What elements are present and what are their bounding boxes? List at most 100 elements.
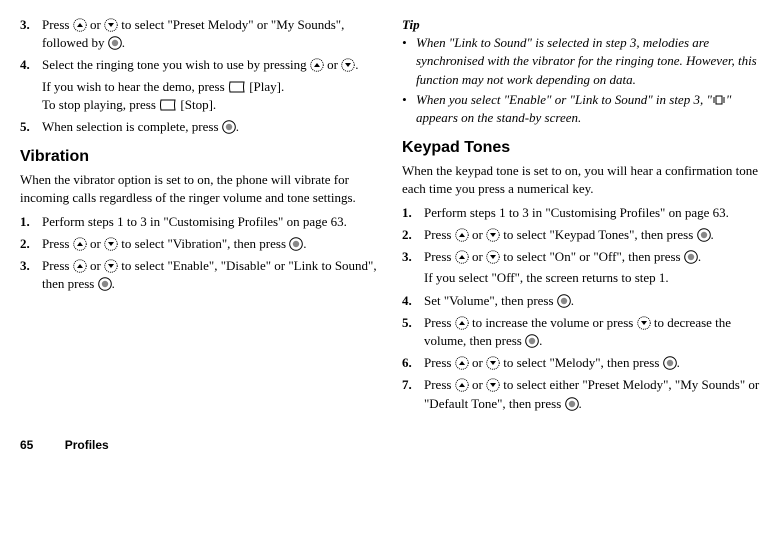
text: Press (424, 249, 455, 264)
text: Press (42, 236, 73, 251)
step-number: 3. (20, 257, 42, 293)
step-number: 6. (402, 354, 424, 372)
vibration-step-2: 2. Press or to select "Vibration", then … (20, 235, 378, 253)
text: or (87, 236, 104, 251)
ok-key-icon (289, 237, 303, 251)
text: . (677, 355, 680, 370)
ok-key-icon (697, 228, 711, 242)
text: Press (424, 355, 455, 370)
step-number: 1. (402, 204, 424, 222)
step-number: 5. (402, 314, 424, 350)
up-key-icon (73, 18, 87, 32)
sub-line: To stop playing, press [Stop]. (42, 96, 378, 114)
content-columns: 3. Press or to select "Preset Melody" or… (20, 16, 760, 417)
step-body: Press or to select "Enable", "Disable" o… (42, 257, 378, 293)
down-key-icon (104, 18, 118, 32)
text: . (236, 119, 239, 134)
step-body: Press or to select "On" or "Off", then p… (424, 248, 760, 287)
step-number: 2. (402, 226, 424, 244)
vibration-step-3: 3. Press or to select "Enable", "Disable… (20, 257, 378, 293)
text: Press (424, 227, 455, 242)
down-key-icon (104, 237, 118, 251)
text: to increase the volume or press (469, 315, 637, 330)
text: or (324, 57, 341, 72)
left-step-3: 3. Press or to select "Preset Melody" or… (20, 16, 378, 52)
text: [Stop]. (177, 97, 216, 112)
step-body: Press to increase the volume or press to… (424, 314, 760, 350)
bullet: • (402, 34, 416, 89)
keypad-step-5: 5. Press to increase the volume or press… (402, 314, 760, 350)
bullet: • (402, 91, 416, 127)
ok-key-icon (525, 334, 539, 348)
step-body: Perform steps 1 to 3 in "Customising Pro… (42, 213, 378, 231)
keypad-step-4: 4. Set "Volume", then press . (402, 292, 760, 310)
step-number: 7. (402, 376, 424, 412)
text: . (698, 249, 701, 264)
down-key-icon (637, 316, 651, 330)
text: or (469, 377, 486, 392)
page-footer: 65 Profiles (20, 437, 760, 454)
step-number: 3. (402, 248, 424, 287)
step-body: Press or to select "Preset Melody" or "M… (42, 16, 378, 52)
tip-item: • When "Link to Sound" is selected in st… (402, 34, 760, 89)
down-key-icon (341, 58, 355, 72)
vibration-indicator-icon (712, 93, 726, 107)
sub-line: If you select "Off", the screen returns … (424, 269, 760, 287)
ok-key-icon (684, 250, 698, 264)
ok-key-icon (222, 120, 236, 134)
step-number: 4. (402, 292, 424, 310)
keypad-step-1: 1. Perform steps 1 to 3 in "Customising … (402, 204, 760, 222)
ok-key-icon (108, 36, 122, 50)
vibration-intro: When the vibrator option is set to on, t… (20, 171, 378, 207)
text: or (469, 249, 486, 264)
step-body: Press or to select "Vibration", then pre… (42, 235, 378, 253)
vibration-heading: Vibration (20, 146, 378, 168)
sub-line: If you wish to hear the demo, press [Pla… (42, 78, 378, 96)
text: . (112, 276, 115, 291)
step-body: Perform steps 1 to 3 in "Customising Pro… (424, 204, 760, 222)
step-body: Press or to select "Melody", then press … (424, 354, 760, 372)
ok-key-icon (98, 277, 112, 291)
text: Set "Volume", then press (424, 293, 557, 308)
text: Press (424, 315, 455, 330)
tip-heading: Tip (402, 16, 760, 34)
page-number: 65 (20, 438, 33, 452)
tip-item: • When you select "Enable" or "Link to S… (402, 91, 760, 127)
vibration-step-1: 1. Perform steps 1 to 3 in "Customising … (20, 213, 378, 231)
step-number: 1. (20, 213, 42, 231)
text: . (303, 236, 306, 251)
text: or (87, 17, 104, 32)
up-key-icon (455, 228, 469, 242)
text: . (571, 293, 574, 308)
step-body: Select the ringing tone you wish to use … (42, 56, 378, 114)
left-column: 3. Press or to select "Preset Melody" or… (20, 16, 378, 417)
text: To stop playing, press (42, 97, 159, 112)
keypad-step-2: 2. Press or to select "Keypad Tones", th… (402, 226, 760, 244)
text: . (711, 227, 714, 242)
text: . (355, 57, 358, 72)
softkey-icon (228, 80, 246, 94)
keypad-heading: Keypad Tones (402, 137, 760, 159)
down-key-icon (104, 259, 118, 273)
left-step-5: 5. When selection is complete, press . (20, 118, 378, 136)
text: . (539, 333, 542, 348)
down-key-icon (486, 250, 500, 264)
keypad-step-3: 3. Press or to select "On" or "Off", the… (402, 248, 760, 287)
text: or (469, 227, 486, 242)
step-number: 3. (20, 16, 42, 52)
text: When selection is complete, press (42, 119, 222, 134)
text: [Play]. (246, 79, 284, 94)
up-key-icon (73, 259, 87, 273)
text: Press (42, 258, 73, 273)
up-key-icon (455, 316, 469, 330)
step-body: Press or to select "Keypad Tones", then … (424, 226, 760, 244)
step-number: 5. (20, 118, 42, 136)
text: . (122, 35, 125, 50)
keypad-step-6: 6. Press or to select "Melody", then pre… (402, 354, 760, 372)
up-key-icon (455, 250, 469, 264)
text: . (579, 396, 582, 411)
text: Press (42, 17, 73, 32)
text: Select the ringing tone you wish to use … (42, 57, 310, 72)
left-step-4: 4. Select the ringing tone you wish to u… (20, 56, 378, 114)
tip-text: When "Link to Sound" is selected in step… (416, 34, 760, 89)
